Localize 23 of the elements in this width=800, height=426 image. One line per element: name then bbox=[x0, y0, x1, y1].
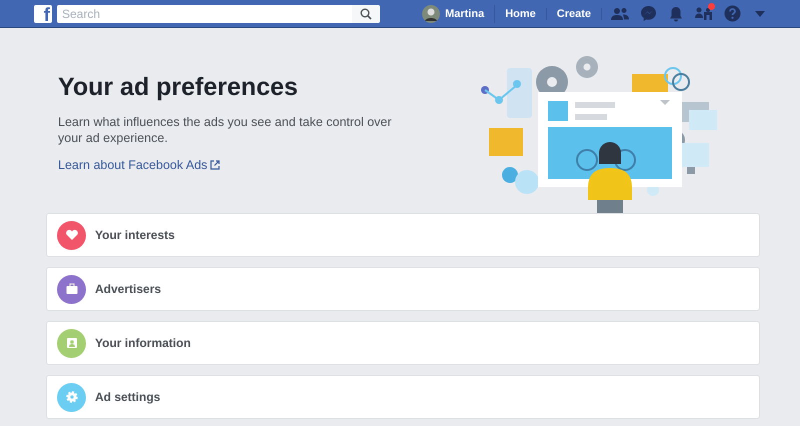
notification-dot bbox=[708, 2, 715, 10]
user-name-link[interactable]: Martina bbox=[445, 8, 484, 20]
section-row[interactable]: Advertisers bbox=[46, 267, 760, 311]
section-row[interactable]: Your interests bbox=[46, 213, 760, 257]
search-button[interactable] bbox=[352, 4, 380, 22]
help-icon[interactable] bbox=[722, 4, 742, 24]
nav-link[interactable]: Home bbox=[495, 8, 547, 20]
page-title: Your ad preferences bbox=[58, 73, 299, 102]
search-icon bbox=[360, 8, 372, 20]
learn-more-link[interactable]: Learn about Facebook Ads bbox=[58, 158, 220, 172]
section-label: Your information bbox=[95, 336, 191, 350]
section-row[interactable]: Ad settings bbox=[46, 375, 760, 419]
external-link-icon bbox=[210, 160, 220, 170]
section-label: Ad settings bbox=[95, 390, 160, 404]
section-label: Advertisers bbox=[95, 282, 162, 296]
nav-link[interactable]: Create bbox=[546, 8, 602, 20]
avatar[interactable] bbox=[422, 4, 440, 22]
logo-icon[interactable]: f bbox=[34, 4, 52, 22]
section-label: Your interests bbox=[95, 228, 175, 242]
chat-bubble-icon[interactable] bbox=[638, 4, 658, 24]
search-field[interactable]: Search bbox=[57, 4, 352, 22]
description: Learn what influences the ads you see and take control over your ad experience. bbox=[58, 114, 393, 146]
section-row[interactable]: Your information bbox=[46, 321, 760, 365]
